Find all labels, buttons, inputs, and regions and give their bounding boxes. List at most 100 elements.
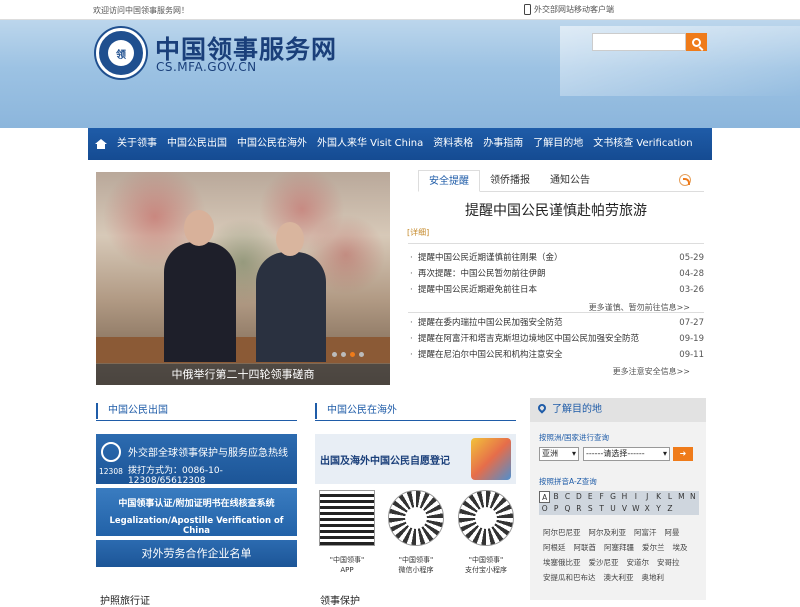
letter-a[interactable]: A xyxy=(539,491,551,503)
section-line xyxy=(315,420,516,421)
letter-l[interactable]: L xyxy=(664,491,675,503)
verification-banner[interactable]: 中国领事认证/附加证明书在线核查系统 Legalization/Apostill… xyxy=(96,488,297,536)
news-list-safety: 提醒在委内瑞拉中国公民加强安全防范 07-27 提醒在阿富汗和塔吉克斯坦边境地区中… xyxy=(408,315,704,363)
country-link[interactable]: 奥地利 xyxy=(642,570,665,585)
search-button[interactable] xyxy=(686,33,707,51)
list-item[interactable]: 提醒在委内瑞拉中国公民加强安全防范 07-27 xyxy=(408,315,704,331)
list-item[interactable]: 提醒在尼泊尔中国公民和机构注意安全 09-11 xyxy=(408,347,704,363)
tab-broadcast[interactable]: 领侨播报 xyxy=(480,170,540,191)
letter-m[interactable]: M xyxy=(676,491,687,503)
country-link[interactable]: 阿尔巴尼亚 xyxy=(543,525,581,540)
consular-emblem-icon[interactable]: 领 xyxy=(96,28,146,78)
carousel-dot[interactable] xyxy=(359,352,364,357)
letter-h[interactable]: H xyxy=(619,491,630,503)
list-item[interactable]: 提醒中国公民近期谨慎前往刚果（金） 05-29 xyxy=(408,250,704,266)
carousel-dots xyxy=(332,352,364,357)
hero-caption[interactable]: 中俄举行第二十四轮领事磋商 xyxy=(96,364,390,385)
nav-item[interactable]: 文书核查 Verification xyxy=(588,128,697,160)
nav-item[interactable]: 了解目的地 xyxy=(528,128,588,160)
rss-icon[interactable] xyxy=(679,174,691,186)
country-link[interactable]: 阿尔及利亚 xyxy=(589,525,627,540)
news-title: 提醒中国公民近期谨慎前往刚果（金） xyxy=(408,250,563,266)
country-link[interactable]: 阿联酋 xyxy=(574,540,597,555)
continent-select[interactable]: 亚洲 xyxy=(539,447,579,461)
country-link[interactable]: 爱尔兰 xyxy=(642,540,665,555)
letter-b[interactable]: B xyxy=(550,491,561,503)
letter-t[interactable]: T xyxy=(596,503,607,515)
news-title: 提醒在阿富汗和塔吉克斯坦边境地区中国公民加强安全防范 xyxy=(408,331,639,347)
hero-person-left-head xyxy=(184,210,214,246)
list-item[interactable]: 提醒中国公民近期避免前往日本 03-26 xyxy=(408,282,704,298)
search-icon xyxy=(692,37,701,47)
more-safety-link[interactable]: 更多注意安全信息>> xyxy=(394,366,690,377)
qr-code-wechat[interactable] xyxy=(388,490,444,546)
letter-s[interactable]: S xyxy=(585,503,596,515)
letter-e[interactable]: E xyxy=(585,491,596,503)
go-button[interactable]: ➜ xyxy=(673,447,693,461)
country-link[interactable]: 阿曼 xyxy=(665,525,680,540)
letter-g[interactable]: G xyxy=(607,491,618,503)
hotline-banner[interactable]: 12308 外交部全球领事保护与服务应急热线 拨打方式为：0086-10-123… xyxy=(96,434,297,486)
letter-n[interactable]: N xyxy=(687,491,698,503)
letter-y[interactable]: Y xyxy=(653,503,664,515)
country-link[interactable]: 埃塞俄比亚 xyxy=(543,555,581,570)
qr-code-alipay[interactable] xyxy=(458,490,514,546)
letter-j[interactable]: J xyxy=(642,491,653,503)
list-item[interactable]: 再次提醒：中国公民暂勿前往伊朗 04-28 xyxy=(408,266,704,282)
letter-w[interactable]: W xyxy=(630,503,641,515)
labor-cooperation-banner[interactable]: 对外劳务合作企业名单 xyxy=(96,540,297,567)
letter-p[interactable]: P xyxy=(550,503,561,515)
letter-v[interactable]: V xyxy=(619,503,630,515)
tab-safety[interactable]: 安全提醒 xyxy=(418,170,480,192)
country-link[interactable]: 安道尔 xyxy=(627,555,650,570)
list-item[interactable]: 提醒在阿富汗和塔吉克斯坦边境地区中国公民加强安全防范 09-19 xyxy=(408,331,704,347)
nav-item[interactable]: 关于领事 xyxy=(112,128,162,160)
nav-item[interactable]: 中国公民在海外 xyxy=(232,128,312,160)
self-registration-banner[interactable]: 出国及海外中国公民自愿登记 xyxy=(315,434,516,484)
qr-label-line1: "中国领事" xyxy=(329,556,365,564)
country-select[interactable]: ------请选择------ xyxy=(583,447,670,461)
country-link[interactable]: 埃及 xyxy=(673,540,688,555)
letter-x[interactable]: X xyxy=(642,503,653,515)
hero-floor xyxy=(96,337,390,363)
site-domain: CS.MFA.GOV.CN xyxy=(156,60,257,74)
letter-f[interactable]: F xyxy=(596,491,607,503)
section-title-overseas[interactable]: 中国公民在海外 xyxy=(315,403,397,419)
country-link[interactable]: 安哥拉 xyxy=(657,555,680,570)
country-link[interactable]: 阿根廷 xyxy=(543,540,566,555)
letter-o[interactable]: O xyxy=(539,503,550,515)
qr-label-app: "中国领事" APP xyxy=(312,555,382,575)
section-title-outbound[interactable]: 中国公民出国 xyxy=(96,403,168,419)
mobile-client-link[interactable]: 外交部网站移动客户端 xyxy=(524,4,614,15)
headline-title[interactable]: 提醒中国公民谨慎赴帕劳旅游 xyxy=(408,200,704,220)
nav-item[interactable]: 中国公民出国 xyxy=(162,128,232,160)
search-input[interactable] xyxy=(592,33,686,51)
country-link[interactable]: 澳大利亚 xyxy=(604,570,634,585)
main-nav: 关于领事 中国公民出国 中国公民在海外 外国人来华 Visit China 资料… xyxy=(88,128,712,160)
letter-i[interactable]: I xyxy=(630,491,641,503)
detail-link[interactable]: [详细] xyxy=(407,227,429,238)
letter-k[interactable]: K xyxy=(653,491,664,503)
welcome-text: 欢迎访问中国领事服务网！ xyxy=(93,6,189,15)
letter-c[interactable]: C xyxy=(562,491,573,503)
tab-notice[interactable]: 通知公告 xyxy=(540,170,600,191)
nav-item[interactable]: 办事指南 xyxy=(478,128,528,160)
letter-z[interactable]: Z xyxy=(664,503,675,515)
hero-person-right xyxy=(256,222,326,362)
letter-q[interactable]: Q xyxy=(562,503,573,515)
country-link[interactable]: 阿塞拜疆 xyxy=(604,540,634,555)
qr-label-line2: 微信小程序 xyxy=(398,566,434,574)
nav-item[interactable]: 外国人来华 Visit China xyxy=(312,128,428,160)
qr-code-app[interactable] xyxy=(319,490,375,546)
letter-r[interactable]: R xyxy=(573,503,584,515)
letter-u[interactable]: U xyxy=(607,503,618,515)
carousel-dot[interactable] xyxy=(332,352,337,357)
country-link[interactable]: 阿富汗 xyxy=(634,525,657,540)
nav-item[interactable]: 资料表格 xyxy=(428,128,478,160)
carousel-dot[interactable] xyxy=(341,352,346,357)
letter-d[interactable]: D xyxy=(573,491,584,503)
country-link[interactable]: 安提瓜和巴布达 xyxy=(543,570,596,585)
nav-home[interactable] xyxy=(88,128,112,160)
carousel-dot-active[interactable] xyxy=(350,352,355,357)
country-link[interactable]: 爱沙尼亚 xyxy=(589,555,619,570)
